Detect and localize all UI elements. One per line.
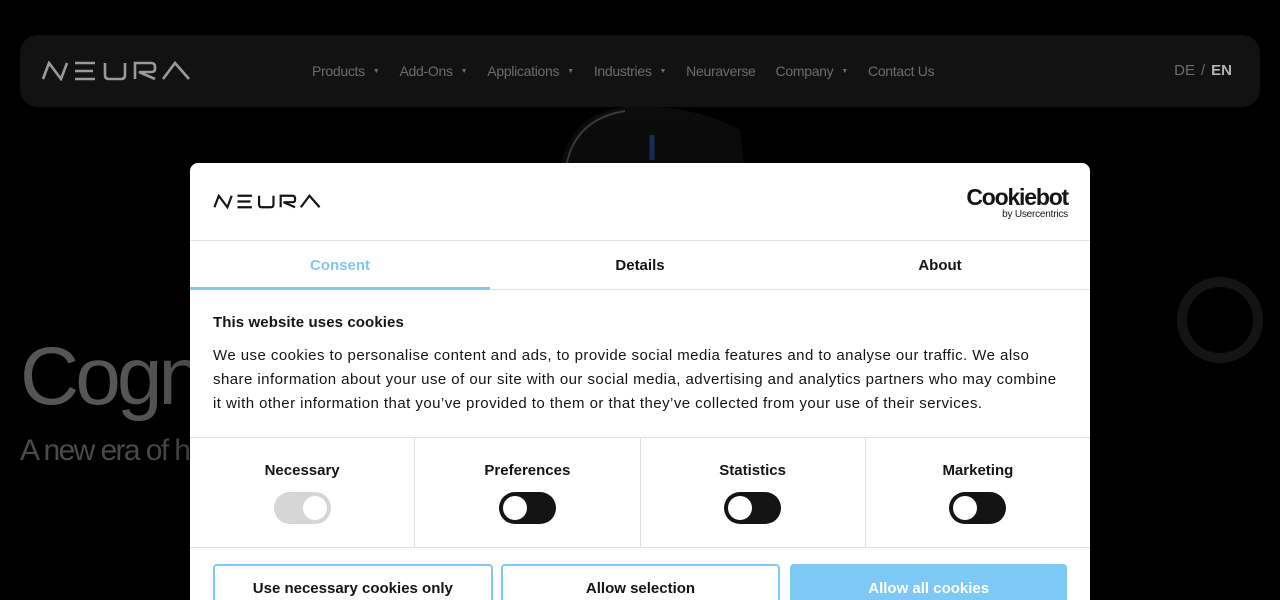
toggle-knob [302,496,327,520]
consent-text: We use cookies to personalise content an… [213,347,1057,412]
cookiebot-byline: by Usercentrics [1002,209,1068,220]
toggle-label: Preferences [484,462,571,479]
toggle-group-marketing: Marketing [866,438,1090,547]
page: Products ▼ Add-Ons ▼ Applications ▼ Indu… [0,0,1280,600]
marketing-toggle[interactable] [949,492,1007,524]
allow-all-cookies-button[interactable]: Allow all cookies [790,564,1068,600]
consent-toggles: Necessary Preferences Statistics Marketi… [190,438,1090,548]
dialog-header: Cookiebot by Usercentrics [190,163,1090,241]
consent-heading: This website uses cookies [213,314,404,331]
cookie-dialog: Cookiebot by Usercentrics Consent Detail… [190,163,1090,600]
neura-logo [213,194,321,209]
toggle-group-statistics: Statistics [641,438,866,547]
tab-about[interactable]: About [790,241,1090,289]
toggle-knob [502,496,527,520]
cookie-overlay: Cookiebot by Usercentrics Consent Detail… [0,0,1280,600]
statistics-toggle[interactable] [724,492,782,524]
dialog-actions: Use necessary cookies only Allow selecti… [190,548,1090,600]
tab-details[interactable]: Details [490,241,790,289]
toggle-group-necessary: Necessary [190,438,416,547]
preferences-toggle[interactable] [498,492,556,524]
tab-consent[interactable]: Consent [190,241,490,290]
consent-body: This website uses cookies We use cookies… [190,290,1090,438]
use-necessary-only-button[interactable]: Use necessary cookies only [213,564,493,600]
toggle-label: Necessary [264,462,340,479]
toggle-label: Statistics [719,462,786,479]
allow-selection-button[interactable]: Allow selection [500,564,781,600]
toggle-group-preferences: Preferences [415,438,641,547]
necessary-toggle [273,492,331,524]
cookiebot-logo[interactable]: Cookiebot by Usercentrics [966,184,1069,220]
dialog-tabs: Consent Details About [190,241,1090,290]
toggle-label: Marketing [942,462,1014,479]
toggle-knob [728,496,753,520]
toggle-knob [953,496,978,520]
cookiebot-name: Cookiebot [966,184,1069,210]
